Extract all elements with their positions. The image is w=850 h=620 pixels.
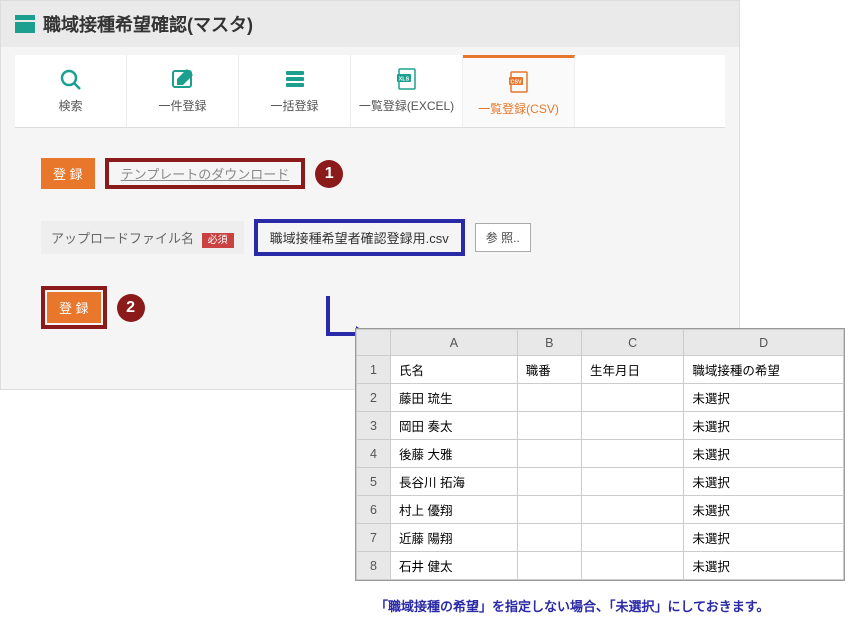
window-icon — [15, 15, 35, 33]
cell[interactable]: 未選択 — [684, 440, 844, 468]
cell[interactable] — [581, 552, 683, 580]
cell[interactable]: 未選択 — [684, 384, 844, 412]
cell[interactable] — [517, 412, 581, 440]
cell[interactable] — [517, 468, 581, 496]
cell[interactable] — [581, 384, 683, 412]
highlight-register: 登 録 — [41, 286, 107, 329]
step-badge-1: 1 — [315, 160, 343, 188]
cell[interactable] — [517, 524, 581, 552]
cell[interactable]: 職番 — [517, 356, 581, 384]
cell[interactable]: 近藤 陽翔 — [391, 524, 518, 552]
row-number[interactable]: 4 — [357, 440, 391, 468]
search-icon — [57, 67, 85, 91]
upload-label-text: アップロードファイル名 — [51, 231, 194, 246]
cell[interactable]: 石井 健太 — [391, 552, 518, 580]
cell[interactable] — [581, 412, 683, 440]
table-row: 7 近藤 陽翔 未選択 — [357, 524, 844, 552]
col-header[interactable]: D — [684, 330, 844, 356]
cell[interactable] — [517, 384, 581, 412]
cell[interactable]: 氏名 — [391, 356, 518, 384]
edit-icon — [169, 67, 197, 91]
cell[interactable]: 藤田 琉生 — [391, 384, 518, 412]
cell[interactable]: 生年月日 — [581, 356, 683, 384]
stack-icon — [281, 67, 309, 91]
cell[interactable]: 後藤 大雅 — [391, 440, 518, 468]
row-number[interactable]: 6 — [357, 496, 391, 524]
row-number[interactable]: 3 — [357, 412, 391, 440]
title-bar: 職域接種希望確認(マスタ) — [1, 1, 739, 47]
table-row: 8 石井 健太 未選択 — [357, 552, 844, 580]
cell[interactable] — [581, 440, 683, 468]
cell[interactable] — [581, 496, 683, 524]
row-number[interactable]: 8 — [357, 552, 391, 580]
row-number[interactable]: 7 — [357, 524, 391, 552]
cell[interactable] — [517, 440, 581, 468]
tab-list-excel[interactable]: XLS 一覧登録(EXCEL) — [351, 55, 463, 127]
tab-label: 一括登録 — [270, 99, 318, 113]
row-number[interactable]: 2 — [357, 384, 391, 412]
register-button-bottom[interactable]: 登 録 — [47, 292, 101, 323]
browse-button[interactable]: 参 照.. — [475, 223, 531, 252]
upload-label: アップロードファイル名 必須 — [41, 221, 244, 254]
csv-icon: CSV — [505, 70, 533, 94]
tab-single-register[interactable]: 一件登録 — [127, 55, 239, 127]
cell[interactable]: 未選択 — [684, 468, 844, 496]
table-row: 6 村上 優翔 未選択 — [357, 496, 844, 524]
tab-label: 検索 — [58, 99, 82, 113]
highlight-template: テンプレートのダウンロード — [105, 158, 306, 189]
col-header[interactable]: A — [391, 330, 518, 356]
tab-search[interactable]: 検索 — [15, 55, 127, 127]
table-row: 2 藤田 琉生 未選択 — [357, 384, 844, 412]
table-row: 4 後藤 大雅 未選択 — [357, 440, 844, 468]
template-download-link[interactable]: テンプレートのダウンロード — [111, 161, 300, 188]
required-badge: 必須 — [202, 233, 234, 248]
tab-label: 一覧登録(EXCEL) — [359, 99, 454, 113]
upload-filename-field[interactable]: 職域接種希望者確認登録用.csv — [254, 219, 465, 256]
xls-icon: XLS — [393, 67, 421, 91]
svg-text:CSV: CSV — [510, 80, 522, 86]
cell[interactable] — [517, 496, 581, 524]
cell[interactable] — [581, 468, 683, 496]
spreadsheet-preview: A B C D 1 氏名 職番 生年月日 職域接種の希望 2 藤田 琉生 未選択… — [355, 328, 845, 581]
cell[interactable]: 未選択 — [684, 496, 844, 524]
step-badge-2: 2 — [117, 294, 145, 322]
table-row: 5 長谷川 拓海 未選択 — [357, 468, 844, 496]
col-header[interactable]: B — [517, 330, 581, 356]
cell[interactable]: 村上 優翔 — [391, 496, 518, 524]
row-number[interactable]: 1 — [357, 356, 391, 384]
table-row: 1 氏名 職番 生年月日 職域接種の希望 — [357, 356, 844, 384]
spreadsheet-corner[interactable] — [357, 330, 391, 356]
cell[interactable]: 未選択 — [684, 524, 844, 552]
footnote: 「職域接種の希望」を指定しない場合、「未選択」にしておきます。 — [375, 596, 769, 615]
cell[interactable] — [581, 524, 683, 552]
tab-bar: 検索 一件登録 一括登録 XLS 一覧登録(EXCEL) CSV 一覧登録(CS… — [15, 55, 725, 128]
cell[interactable]: 岡田 奏太 — [391, 412, 518, 440]
register-button-top[interactable]: 登 録 — [41, 158, 95, 189]
svg-text:XLS: XLS — [398, 77, 409, 83]
col-header[interactable]: C — [581, 330, 683, 356]
tab-label: 一覧登録(CSV) — [478, 102, 559, 116]
cell[interactable] — [517, 552, 581, 580]
cell[interactable]: 職域接種の希望 — [684, 356, 844, 384]
cell[interactable]: 長谷川 拓海 — [391, 468, 518, 496]
row-number[interactable]: 5 — [357, 468, 391, 496]
cell[interactable]: 未選択 — [684, 552, 844, 580]
table-row: 3 岡田 奏太 未選択 — [357, 412, 844, 440]
tab-list-csv[interactable]: CSV 一覧登録(CSV) — [463, 55, 575, 127]
page-title: 職域接種希望確認(マスタ) — [43, 11, 253, 37]
tab-bulk-register[interactable]: 一括登録 — [239, 55, 351, 127]
cell[interactable]: 未選択 — [684, 412, 844, 440]
tab-label: 一件登録 — [158, 99, 206, 113]
